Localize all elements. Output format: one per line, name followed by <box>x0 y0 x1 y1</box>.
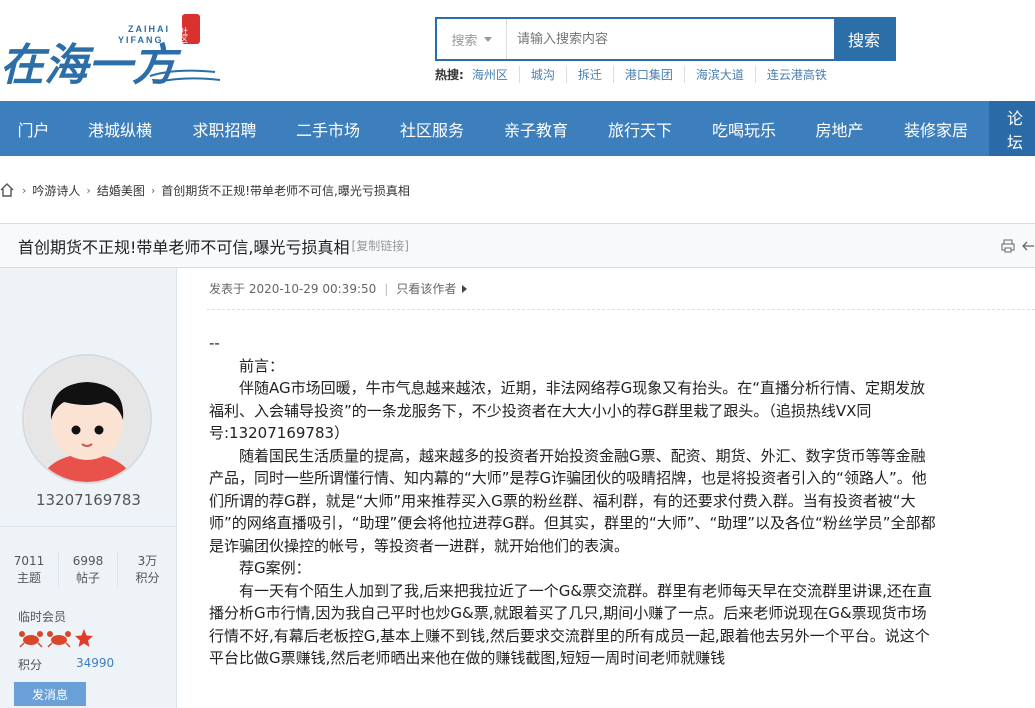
back-icon[interactable] <box>1021 238 1035 257</box>
breadcrumb-item[interactable]: 首创期货不正规!带单老师不可信,曝光亏损真相 <box>161 182 410 199</box>
user-sidebar: 13207169783 7011 主题 6998 帖子 3万 积分 临时会员 积… <box>0 268 177 708</box>
stat-topics[interactable]: 7011 主题 <box>0 553 59 587</box>
search-type-select[interactable]: 搜索 <box>437 19 507 59</box>
user-score: 积分 34990 <box>18 656 114 673</box>
breadcrumb-separator: › <box>86 184 91 197</box>
thread-tools <box>1001 238 1035 257</box>
nav-item-realestate[interactable]: 房地产 <box>796 101 883 156</box>
hot-search: 热搜: 海州区 城沟 拆迁 港口集团 海滨大道 连云港高铁 <box>435 66 838 83</box>
user-stats: 7011 主题 6998 帖子 3万 积分 <box>0 526 177 587</box>
post-paragraph: -- <box>209 334 220 352</box>
nav-item-city[interactable]: 港城纵横 <box>67 101 173 156</box>
nav-item-travel[interactable]: 旅行天下 <box>588 101 692 156</box>
post-paragraph: 随着国民生活质量的提高，越来越多的投资者开始投资金融G票、配资、期货、外汇、数字… <box>209 446 936 555</box>
hot-term[interactable]: 连云港高铁 <box>754 66 838 83</box>
stat-posts[interactable]: 6998 帖子 <box>59 553 118 587</box>
post-paragraph: 前言： <box>239 356 285 375</box>
meta-divider: | <box>384 281 389 296</box>
nav-item-decoration[interactable]: 装修家居 <box>883 101 989 156</box>
thread-title: 首创期货不正规!带单老师不可信,曝光亏损真相 <box>18 237 350 257</box>
crab-medal-icon <box>46 628 72 652</box>
hot-term[interactable]: 海滨大道 <box>683 66 755 83</box>
svg-text:社区: 社区 <box>180 26 189 43</box>
score-value: 34990 <box>76 656 115 670</box>
post-area: 13207169783 7011 主题 6998 帖子 3万 积分 临时会员 积… <box>0 268 1035 708</box>
logo-main: 在海一方 <box>0 40 182 90</box>
search-type-label: 搜索 <box>451 33 478 49</box>
nav-item-forum[interactable]: 论坛 <box>989 101 1035 156</box>
stat-label: 主题 <box>16 571 41 585</box>
search-input[interactable] <box>507 19 834 59</box>
post-meta: 发表于 2020-10-29 00:39:50 | 只看该作者 <box>209 280 468 297</box>
post-paragraph: 伴随AG市场回暖，牛市气息越来越浓，近期，非法网络荐G现象又有抬头。在“直播分析… <box>209 379 926 442</box>
home-icon[interactable] <box>0 182 16 199</box>
post-body: -- 前言： 伴随AG市场回暖，牛市气息越来越浓，近期，非法网络荐G现象又有抬头… <box>209 332 937 670</box>
breadcrumb-item[interactable]: 结婚美图 <box>97 182 145 199</box>
nav-item-food[interactable]: 吃喝玩乐 <box>692 101 796 156</box>
logo-graphic: ZAIHAI YIFANG 在海一方 社区 <box>0 14 221 91</box>
stat-value: 7011 <box>13 554 45 568</box>
stat-credits[interactable]: 3万 积分 <box>118 553 177 587</box>
nav-item-portal[interactable]: 门户 <box>0 101 67 156</box>
stat-label: 积分 <box>135 571 160 585</box>
crab-medal-icon <box>18 628 44 652</box>
site-logo[interactable]: ZAIHAI YIFANG 在海一方 社区 <box>0 10 230 91</box>
post-main: 发表于 2020-10-29 00:39:50 | 只看该作者 -- 前言： 伴… <box>177 268 1035 708</box>
nav-item-jobs[interactable]: 求职招聘 <box>173 101 276 156</box>
meta-divider-line <box>207 309 1035 310</box>
nav-item-community[interactable]: 社区服务 <box>380 101 484 156</box>
send-message-button[interactable]: 发消息 <box>14 682 86 706</box>
stat-label: 帖子 <box>75 571 100 585</box>
nav-item-secondhand[interactable]: 二手市场 <box>276 101 380 156</box>
post-paragraph: 荐G案例： <box>239 559 311 577</box>
print-icon[interactable] <box>1001 238 1015 257</box>
nav-item-education[interactable]: 亲子教育 <box>484 101 588 156</box>
medal-list <box>18 628 94 652</box>
score-label: 积分 <box>18 658 43 672</box>
post-time: 发表于 2020-10-29 00:39:50 <box>209 282 377 296</box>
only-author-link[interactable]: 只看该作者 <box>396 280 456 297</box>
username[interactable]: 13207169783 <box>0 491 177 509</box>
logo-sub-1: ZAIHAI <box>128 24 170 34</box>
hot-term[interactable]: 港口集团 <box>612 66 684 83</box>
main-nav: 门户 港城纵横 求职招聘 二手市场 社区服务 亲子教育 旅行天下 吃喝玩乐 房地… <box>0 101 1035 156</box>
caret-right-icon <box>462 284 468 293</box>
stat-value: 6998 <box>72 554 104 568</box>
hot-search-label: 热搜: <box>435 68 464 82</box>
star-medal-icon <box>74 628 94 652</box>
hot-term[interactable]: 海州区 <box>472 66 519 83</box>
post-paragraph: 有一天有个陌生人加到了我,后来把我拉近了一个G&票交流群。群里有老师每天早在交流… <box>209 581 932 668</box>
breadcrumb: › 吟游诗人 › 结婚美图 › 首创期货不正规!带单老师不可信,曝光亏损真相 <box>0 156 1035 223</box>
user-group[interactable]: 临时会员 <box>18 608 66 625</box>
breadcrumb-separator: › <box>22 184 27 197</box>
search-button[interactable]: 搜索 <box>834 19 894 59</box>
breadcrumb-separator: › <box>150 184 156 197</box>
copy-link[interactable]: [复制链接] <box>352 237 409 254</box>
breadcrumb-item[interactable]: 吟游诗人 <box>32 182 80 199</box>
logo-seal: 社区 <box>180 14 200 44</box>
stat-value: 3万 <box>137 554 158 568</box>
search-box: 搜索 搜索 <box>435 17 896 61</box>
hot-term[interactable]: 城沟 <box>518 66 566 83</box>
avatar[interactable] <box>22 354 152 484</box>
caret-down-icon <box>483 36 492 42</box>
thread-title-bar: 首创期货不正规!带单老师不可信,曝光亏损真相 [复制链接] <box>0 223 1035 268</box>
hot-term[interactable]: 拆迁 <box>565 66 613 83</box>
site-header: ZAIHAI YIFANG 在海一方 社区 搜索 搜索 热搜: 海州区 城沟 拆… <box>0 0 1035 101</box>
